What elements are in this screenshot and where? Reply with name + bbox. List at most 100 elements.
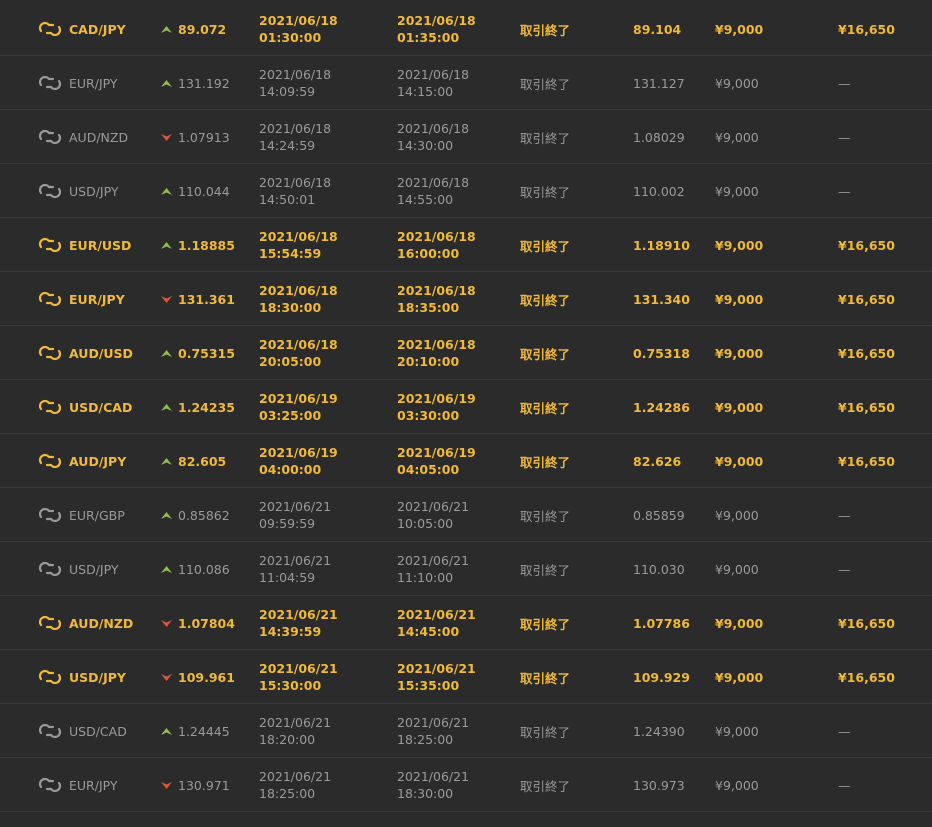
close-datetime: 2021/06/19 03:30:00 [397,380,476,434]
arrow-down-icon [160,650,172,704]
currency-pair: EUR/JPY [69,777,118,793]
payout-amount: — [838,183,851,199]
entry-rate: 130.971 [178,777,230,793]
currency-pair: AUD/NZD [69,615,134,631]
close-datetime-date: 2021/06/18 [397,175,470,190]
close-datetime-time: 15:35:00 [397,678,460,693]
exit-rate: 82.626 [633,453,682,469]
currency-pair: CAD/JPY [69,21,126,37]
exit-rate: 110.002 [633,183,685,199]
payout-amount: — [838,777,851,793]
entry-rate: 1.24445 [178,723,230,739]
open-datetime-time: 14:50:01 [259,192,316,207]
entry-rate: 0.75315 [178,345,235,361]
exchange-arrows-icon [38,218,62,272]
arrow-up-icon [160,56,172,110]
currency-pair: USD/JPY [69,183,119,199]
exchange-arrows-icon [38,650,62,704]
status-label: 取引終了 [520,454,571,470]
exchange-arrows-icon [38,326,62,380]
open-datetime-time: 09:59:59 [259,516,316,531]
table-row[interactable]: AUD/USD 0.75315 2021/06/18 20:05:00 2021/06/… [0,326,932,380]
entry-rate: 1.07913 [178,129,230,145]
payout-amount: ¥16,650 [838,669,895,685]
exit-rate: 131.127 [633,75,685,91]
arrow-down-icon [160,110,172,164]
trade-amount: ¥9,000 [715,129,759,145]
trade-amount: ¥9,000 [715,291,764,307]
close-datetime-time: 16:00:00 [397,246,460,261]
exchange-arrows-icon [38,2,62,56]
close-datetime: 2021/06/18 20:10:00 [397,326,476,380]
payout-amount: — [838,561,851,577]
status-label: 取引終了 [520,292,571,308]
exchange-arrows-icon [38,542,62,596]
table-row[interactable]: AUD/NZD 1.07804 2021/06/21 14:39:59 2021/06/… [0,596,932,650]
table-row[interactable]: AUD/JPY 82.605 2021/06/19 04:00:00 2021/06/1… [0,434,932,488]
open-datetime-time: 14:09:59 [259,84,316,99]
close-datetime: 2021/06/21 18:30:00 [397,758,469,812]
table-row[interactable]: USD/CAD 1.24445 2021/06/21 18:20:00 2021/06/… [0,704,932,758]
table-row[interactable]: USD/JPY 110.044 2021/06/18 14:50:01 2021/06/… [0,164,932,218]
entry-rate: 109.961 [178,669,235,685]
close-datetime: 2021/06/18 14:55:00 [397,164,469,218]
open-datetime-date: 2021/06/18 [259,229,338,244]
arrow-down-icon [160,758,172,812]
close-datetime: 2021/06/21 11:10:00 [397,542,469,596]
status-label: 取引終了 [520,76,571,92]
currency-pair: EUR/JPY [69,75,118,91]
currency-pair: AUD/USD [69,345,133,361]
exchange-arrows-icon [38,56,62,110]
close-datetime: 2021/06/18 16:00:00 [397,218,476,272]
entry-rate: 0.85862 [178,507,230,523]
payout-amount: ¥16,650 [838,21,895,37]
arrow-up-icon [160,704,172,758]
open-datetime-date: 2021/06/18 [259,13,338,28]
table-row[interactable]: USD/JPY 110.086 2021/06/21 11:04:59 2021/06/… [0,542,932,596]
entry-rate: 1.18885 [178,237,235,253]
open-datetime: 2021/06/18 20:05:00 [259,326,338,380]
table-row[interactable]: EUR/JPY 130.971 2021/06/21 18:25:00 2021/06/… [0,758,932,812]
entry-rate: 1.07804 [178,615,235,631]
trade-amount: ¥9,000 [715,21,764,37]
exchange-arrows-icon [38,272,62,326]
trade-amount: ¥9,000 [715,615,764,631]
table-row[interactable]: EUR/GBP 0.85862 2021/06/21 09:59:59 2021/06/… [0,488,932,542]
close-datetime: 2021/06/21 14:45:00 [397,596,476,650]
close-datetime: 2021/06/21 15:35:00 [397,650,476,704]
close-datetime: 2021/06/21 10:05:00 [397,488,469,542]
exit-rate: 131.340 [633,291,690,307]
exit-rate: 89.104 [633,21,682,37]
status-label: 取引終了 [520,724,571,740]
open-datetime-date: 2021/06/18 [259,175,332,190]
close-datetime: 2021/06/18 18:35:00 [397,272,476,326]
exit-rate: 130.973 [633,777,685,793]
open-datetime-time: 03:25:00 [259,408,322,423]
table-row[interactable]: USD/JPY 109.961 2021/06/21 15:30:00 2021/06/… [0,650,932,704]
exit-rate: 1.24390 [633,723,685,739]
payout-amount: ¥16,650 [838,345,895,361]
open-datetime: 2021/06/21 14:39:59 [259,596,338,650]
open-datetime-date: 2021/06/18 [259,67,332,82]
close-datetime-time: 04:05:00 [397,462,460,477]
table-row[interactable]: EUR/USD 1.18885 2021/06/18 15:54:59 2021/06/… [0,218,932,272]
close-datetime-time: 03:30:00 [397,408,460,423]
close-datetime-date: 2021/06/18 [397,229,476,244]
table-row[interactable]: AUD/NZD 1.07913 2021/06/18 14:24:59 2021/06/… [0,110,932,164]
table-row[interactable]: USD/CAD 1.24235 2021/06/19 03:25:00 2021/06/… [0,380,932,434]
table-row[interactable]: EUR/JPY 131.361 2021/06/18 18:30:00 2021/06/… [0,272,932,326]
currency-pair: USD/CAD [69,723,127,739]
entry-rate: 131.192 [178,75,230,91]
close-datetime-time: 10:05:00 [397,516,454,531]
close-datetime-date: 2021/06/21 [397,499,470,514]
table-row[interactable]: EUR/JPY 131.192 2021/06/18 14:09:59 2021/06/… [0,56,932,110]
close-datetime-date: 2021/06/21 [397,607,476,622]
currency-pair: EUR/USD [69,237,132,253]
status-label: 取引終了 [520,184,571,200]
close-datetime-time: 14:30:00 [397,138,454,153]
close-datetime: 2021/06/18 01:35:00 [397,2,476,56]
arrow-up-icon [160,434,172,488]
open-datetime: 2021/06/18 18:30:00 [259,272,338,326]
table-row[interactable]: CAD/JPY 89.072 2021/06/18 01:30:00 2021/06/1… [0,2,932,56]
open-datetime: 2021/06/21 09:59:59 [259,488,331,542]
